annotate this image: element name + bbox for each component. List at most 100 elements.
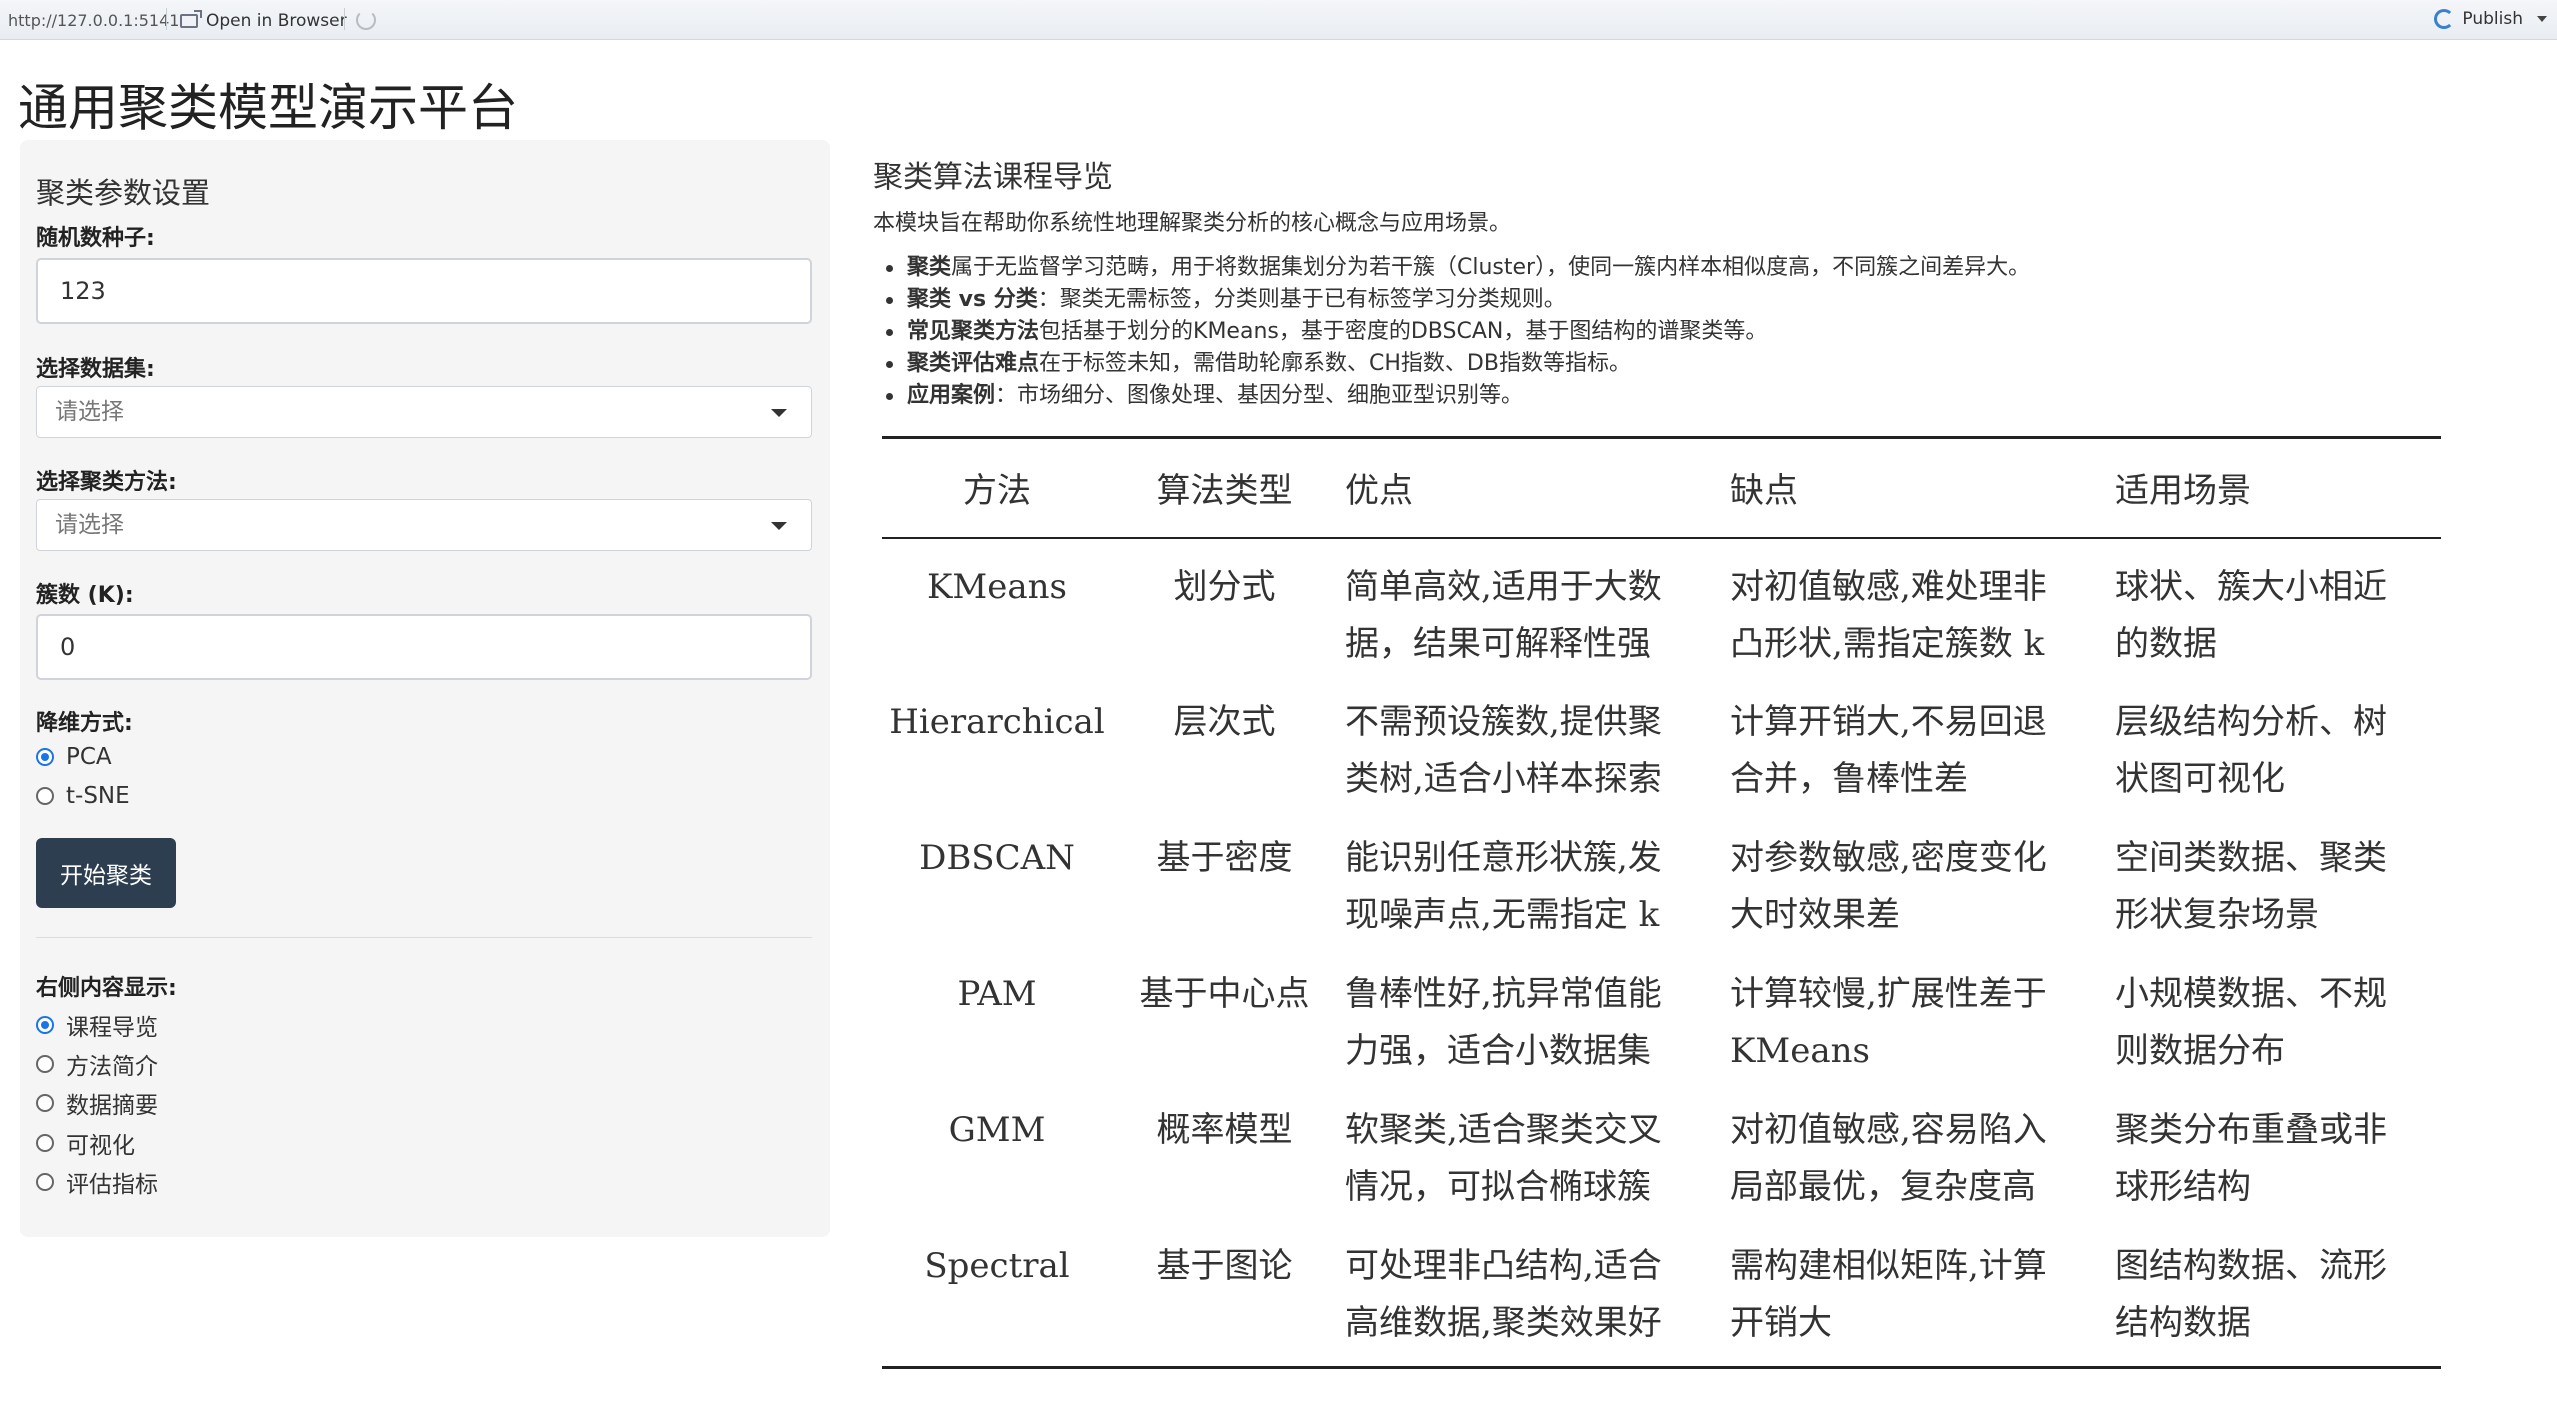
list-item: 聚类属于无监督学习范畴，用于将数据集划分为若干簇（Cluster），使同一簇内样… xyxy=(885,252,2031,284)
table-cell: 可处理非凸结构,适合 高维数据,聚类效果好 xyxy=(1337,1217,1722,1369)
radio-data-summary[interactable]: 数据摘要 xyxy=(36,1086,158,1120)
table-cell: 计算开销大,不易回退 合并，鲁棒性差 xyxy=(1730,701,2047,799)
radio-button[interactable] xyxy=(36,1094,54,1112)
method-select[interactable]: 请选择 xyxy=(36,499,812,551)
table-cell: 对初值敏感,容易陷入 局部最优，复杂度高 xyxy=(1730,1109,2047,1207)
table-cell: 小规模数据、不规 则数据分布 xyxy=(2115,973,2387,1071)
open-in-browser-button[interactable]: Open in Browser xyxy=(180,8,347,34)
list-item: 常见聚类方法包括基于划分的KMeans，基于密度的DBSCAN，基于图结构的谱聚… xyxy=(885,316,2030,348)
radio-button[interactable] xyxy=(36,787,54,805)
chevron-down-icon xyxy=(771,409,787,417)
table-cell: 空间类数据、聚类 形状复杂场景 xyxy=(2115,837,2387,935)
table-cell: GMM xyxy=(948,1109,1046,1150)
bullet-text: ：聚类无需标签，分类则基于已有标签学习分类规则。 xyxy=(1037,287,1566,312)
column-header: 方法 xyxy=(882,436,1112,539)
radio-label: 数据摘要 xyxy=(66,1093,158,1119)
sidebar-panel: 聚类参数设置 随机数种子: 123 选择数据集: 请选择 选择聚类方法: 请选择… xyxy=(20,140,830,1237)
column-header: 适用场景 xyxy=(2107,436,2441,539)
radio-button[interactable] xyxy=(36,748,54,766)
radio-method-intro[interactable]: 方法简介 xyxy=(36,1047,158,1081)
seed-label: 随机数种子: xyxy=(36,226,155,251)
table-cell: 球状、簇大小相近 的数据 xyxy=(2115,566,2387,664)
viewer-toolbar: http://127.0.0.1:5141 Open in Browser Pu… xyxy=(0,0,2557,40)
publish-button[interactable]: Publish xyxy=(2434,9,2547,29)
list-item: 聚类评估难点在于标签未知，需借助轮廓系数、CH指数、DB指数等指标。 xyxy=(885,348,2030,380)
radio-button[interactable] xyxy=(36,1134,54,1152)
seed-input[interactable]: 123 xyxy=(36,258,812,324)
table-row: Spectral 基于图论 可处理非凸结构,适合 高维数据,聚类效果好 需构建相… xyxy=(882,1217,2441,1369)
dataset-select[interactable]: 请选择 xyxy=(36,386,812,438)
bullet-text: 在于标签未知，需借助轮廓系数、CH指数、DB指数等指标。 xyxy=(1039,351,1631,376)
k-input[interactable]: 0 xyxy=(36,614,812,680)
table-row: KMeans 划分式 简单高效,适用于大数 据，结果可解释性强 对初值敏感,难处… xyxy=(882,538,2441,674)
bullet-term: 常见聚类方法 xyxy=(907,319,1040,344)
start-clustering-button[interactable]: 开始聚类 xyxy=(36,838,176,908)
table-cell: 能识别任意形状簇,发 现噪声点,无需指定 k xyxy=(1345,837,1662,935)
k-label: 簇数 (K): xyxy=(36,583,134,608)
open-in-browser-label: Open in Browser xyxy=(206,11,347,31)
dataset-placeholder: 请选择 xyxy=(55,399,124,425)
radio-course-guide[interactable]: 课程导览 xyxy=(36,1008,158,1042)
table-cell: 计算较慢,扩展性差于 KMeans xyxy=(1730,973,2047,1071)
external-window-icon xyxy=(180,10,202,28)
radio-tsne[interactable]: t-SNE xyxy=(36,783,130,809)
radio-button[interactable] xyxy=(36,1016,54,1034)
table-cell: 基于图论 xyxy=(1112,1217,1337,1369)
table-cell: 鲁棒性好,抗异常值能 力强，适合小数据集 xyxy=(1345,973,1662,1071)
table-row: GMM 概率模型 软聚类,适合聚类交叉 情况，可拟合椭球簇 对初值敏感,容易陷入… xyxy=(882,1082,2441,1218)
table-cell: 不需预设簇数,提供聚 类树,适合小样本探索 xyxy=(1345,701,1662,799)
table-cell: PAM xyxy=(957,973,1037,1014)
radio-metrics[interactable]: 评估指标 xyxy=(36,1165,158,1199)
bullet-term: 聚类 vs 分类 xyxy=(907,287,1038,312)
table-cell: 层次式 xyxy=(1173,701,1276,742)
radio-visualization[interactable]: 可视化 xyxy=(36,1126,135,1160)
table-cell: Hierarchical xyxy=(889,701,1105,742)
list-item: 应用案例：市场细分、图像处理、基因分型、细胞亚型识别等。 xyxy=(885,380,2030,412)
toolbar-divider xyxy=(344,8,345,30)
table-cell: 基于密度 xyxy=(1156,837,1293,878)
column-header: 算法类型 xyxy=(1112,436,1337,539)
publish-icon xyxy=(2434,9,2455,29)
section-heading: 聚类算法课程导览 xyxy=(873,160,1113,195)
column-header: 优点 xyxy=(1337,436,1722,539)
radio-label: 方法简介 xyxy=(66,1054,158,1080)
bullet-text: 属于无监督学习范畴，用于将数据集划分为若干簇（Cluster），使同一簇内样本相… xyxy=(951,255,2031,280)
table-cell: 软聚类,适合聚类交叉 情况，可拟合椭球簇 xyxy=(1345,1109,1662,1207)
table-header-row: 方法 算法类型 优点 缺点 适用场景 xyxy=(882,436,2441,539)
table-cell: 基于中心点 xyxy=(1139,973,1310,1014)
refresh-icon[interactable] xyxy=(356,10,376,30)
chevron-down-icon[interactable] xyxy=(2537,16,2547,22)
bullet-text: ：市场细分、图像处理、基因分型、细胞亚型识别等。 xyxy=(995,383,1524,408)
toolbar-divider xyxy=(166,8,167,30)
bullet-text: 包括基于划分的KMeans，基于密度的DBSCAN，基于图结构的谱聚类等。 xyxy=(1039,319,1768,344)
radio-label: 评估指标 xyxy=(66,1172,158,1198)
table-cell: 概率模型 xyxy=(1156,1109,1293,1150)
radio-label: 课程导览 xyxy=(66,1015,158,1041)
table-cell: 需构建相似矩阵,计算 开销大 xyxy=(1722,1217,2107,1369)
radio-button[interactable] xyxy=(36,1173,54,1191)
table-row: PAM 基于中心点 鲁棒性好,抗异常值能 力强，适合小数据集 计算较慢,扩展性差… xyxy=(882,946,2441,1082)
sidebar-heading: 聚类参数设置 xyxy=(36,176,211,210)
publish-label: Publish xyxy=(2462,9,2523,29)
table-cell: KMeans xyxy=(927,566,1067,607)
table-cell: DBSCAN xyxy=(919,837,1075,878)
chevron-down-icon xyxy=(771,522,787,530)
intro-text: 本模块旨在帮助你系统性地理解聚类分析的核心概念与应用场景。 xyxy=(873,211,1512,236)
bullet-term: 聚类评估难点 xyxy=(907,351,1040,376)
table-cell: 简单高效,适用于大数 据，结果可解释性强 xyxy=(1345,566,1662,664)
table-cell: 对初值敏感,难处理非 凸形状,需指定簇数 k xyxy=(1730,566,2047,664)
table-cell: 对参数敏感,密度变化 大时效果差 xyxy=(1730,837,2047,935)
column-header: 缺点 xyxy=(1722,436,2107,539)
bullet-term: 聚类 xyxy=(907,255,952,280)
radio-pca[interactable]: PCA xyxy=(36,744,112,770)
table-row: DBSCAN 基于密度 能识别任意形状簇,发 现噪声点,无需指定 k 对参数敏感… xyxy=(882,810,2441,946)
table-cell: 聚类分布重叠或非 球形结构 xyxy=(2115,1109,2387,1207)
method-label: 选择聚类方法: xyxy=(36,470,177,495)
radio-label: PCA xyxy=(66,744,112,770)
method-placeholder: 请选择 xyxy=(55,512,124,538)
url-label: http://127.0.0.1:5141 xyxy=(8,11,180,30)
radio-button[interactable] xyxy=(36,1055,54,1073)
reduction-label: 降维方式: xyxy=(36,711,133,736)
radio-label: t-SNE xyxy=(66,783,130,809)
table-cell: 层级结构分析、树 状图可视化 xyxy=(2115,701,2387,799)
